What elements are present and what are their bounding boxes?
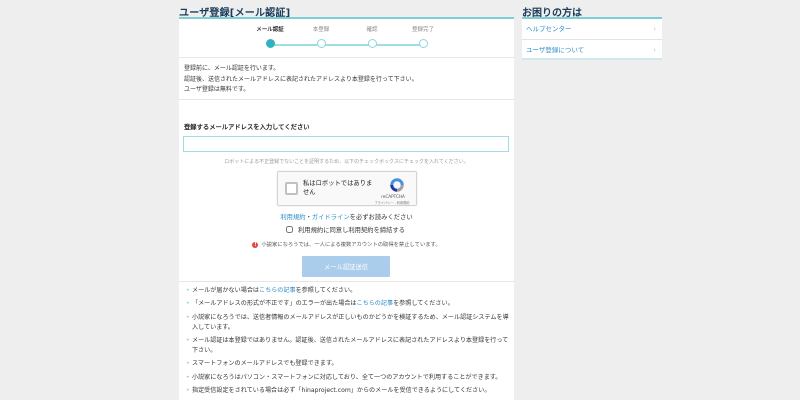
sidebar-item-label: ヘルプセンター (526, 25, 572, 33)
terms-notice: 利用規約・ガイドラインを必ずお読みください (179, 212, 514, 221)
list-item: 指定受信設定をされている場合は必ず「hinaproject.com」からのメール… (186, 386, 511, 396)
note-text: 小説家になろうはパソコン・スマートフォンに対応しており、全て一つのアカウントで利… (192, 373, 502, 381)
list-item: メール認証は本登録ではありません。認証後、送信されたメールアドレスに表記されたア… (186, 336, 511, 356)
agree-label: 利用規約に同意し利用契約を締結する (298, 227, 406, 234)
note-text: 小説家になろうでは、送信者情報のメールアドレスが正しいものかどうかを検証するため… (192, 313, 509, 331)
notes-list: メールが届かない場合はこちらの記事を参照してください。 「メールアドレスの形式が… (186, 286, 511, 399)
step-dot-active (265, 39, 275, 48)
email-input[interactable] (183, 136, 509, 152)
warning-icon: ! (252, 242, 259, 248)
sidebar-item-label: ユーザ登録について (526, 46, 585, 54)
registration-panel: メール認証 本登録 確認 登録完了 登録前に、メール認証を行います。 認証後、送… (179, 17, 514, 400)
recaptcha-icon (390, 178, 404, 192)
sidebar-item-registration-info[interactable]: ユーザ登録について › (522, 40, 662, 60)
article-link[interactable]: こちらの記事 (259, 287, 296, 294)
note-text: 指定受信設定をされている場合は必ず「hinaproject.com」からのメール… (192, 386, 491, 394)
step-complete: 登録完了 (393, 25, 453, 48)
email-label: 登録するメールアドレスを入力してください (184, 124, 310, 131)
chevron-right-icon: › (653, 46, 656, 54)
divider (179, 57, 514, 58)
list-item: スマートフォンのメールアドレスでも登録できます。 (186, 359, 511, 369)
intro-line: 登録前に、メール認証を行います。 (184, 65, 280, 72)
intro-text: 登録前に、メール認証を行います。 認証後、送信されたメールアドレスに表記されたア… (184, 64, 418, 96)
recaptcha-privacy-terms[interactable]: プライバシー - 利用規約 (366, 200, 418, 205)
note-text: を参照してください。 (393, 300, 454, 308)
article-link[interactable]: こちらの記事 (357, 300, 394, 307)
warning-text: 小説家になろうでは、一人による複数アカウントの取得を禁止しています。 (261, 242, 441, 248)
agree-row[interactable]: 利用規約に同意し利用契約を締結する (286, 225, 405, 234)
guideline-link[interactable]: ガイドライン (312, 214, 350, 221)
list-item: 小説家になろうでは、送信者情報のメールアドレスが正しいものかどうかを検証するため… (186, 313, 511, 333)
send-verification-button[interactable]: メール認証送信 (302, 256, 390, 277)
note-text: を参照してください。 (295, 287, 357, 294)
step-dot (418, 39, 428, 48)
progress-stepper: メール認証 本登録 確認 登録完了 (179, 25, 514, 51)
intro-line: 認証後、送信されたメールアドレスに表記されたアドレスより本登録を行って下さい。 (184, 75, 418, 83)
recaptcha-checkbox[interactable] (285, 182, 298, 195)
agree-checkbox[interactable] (286, 226, 293, 233)
terms-link[interactable]: 利用規約 (280, 214, 305, 221)
chevron-right-icon: › (653, 25, 656, 33)
note-text: メール認証は本登録ではありません。認証後、送信されたメールアドレスに表記されたア… (192, 336, 509, 354)
terms-suffix: を必ずお読みください (349, 214, 413, 221)
divider (179, 99, 514, 100)
captcha-instruction: ロボットによる不正登録でないことを証明するため、以下のチェックボックスにチェック… (224, 159, 469, 165)
step-dot (316, 39, 326, 48)
sidebar-item-help-center[interactable]: ヘルプセンター › (522, 19, 662, 40)
divider (179, 281, 514, 282)
step-dot (367, 39, 377, 48)
intro-line: ユーザ登録は無料です。 (184, 86, 250, 93)
recaptcha-label: 私はロボットではありません (303, 180, 373, 196)
list-item: 小説家になろうはパソコン・スマートフォンに対応しており、全て一つのアカウントで利… (186, 373, 511, 383)
note-text: スマートフォンのメールアドレスでも登録できます。 (192, 360, 338, 368)
list-item: 「メールアドレスの形式が不正です」のエラーが出た場合はこちらの記事を参照してくだ… (186, 299, 511, 309)
note-text: メールが届かない場合は (192, 287, 260, 294)
step-label: 登録完了 (411, 27, 434, 33)
help-sidebar: ヘルプセンター › ユーザ登録について › (522, 17, 662, 60)
note-text: 「メールアドレスの形式が不正です」のエラーが出た場合は (192, 300, 357, 308)
list-item: メールが届かない場合はこちらの記事を参照してください。 (186, 286, 511, 296)
recaptcha-brand: reCAPTCHA (381, 194, 405, 199)
recaptcha-widget: 私はロボットではありません reCAPTCHA プライバシー - 利用規約 (277, 171, 417, 206)
multi-account-warning: ! 小説家になろうでは、一人による複数アカウントの取得を禁止しています。 (179, 240, 514, 248)
